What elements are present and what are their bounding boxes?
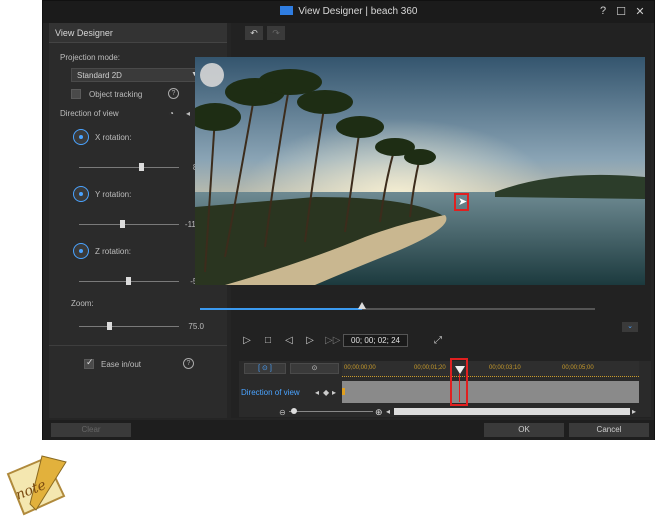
z-rotation-icon: [73, 243, 89, 259]
object-tracking-help-icon[interactable]: ?: [168, 88, 179, 99]
tick-label: 00;00;05;00: [562, 365, 594, 371]
keyframe-timer-icon[interactable]: ◔: [169, 109, 174, 118]
projection-mode-select[interactable]: Standard 2D ▼: [71, 68, 204, 82]
title-bar: View Designer | beach 360 ? ☐ ✕: [43, 1, 654, 23]
timeline-ruler[interactable]: 00;00;00;00 00;00;01;20 00;00;03;10 00;0…: [342, 361, 639, 377]
prev-keyframe-icon[interactable]: ◂: [186, 109, 190, 118]
track-prev-keyframe-icon[interactable]: ◂: [315, 388, 319, 397]
clear-button[interactable]: Clear: [51, 423, 131, 437]
y-rotation-label: Y rotation:: [95, 190, 132, 199]
scroll-right-icon[interactable]: ▸: [632, 407, 636, 416]
x-rotation-icon: [73, 129, 89, 145]
close-button[interactable]: ✕: [633, 5, 647, 18]
direction-of-view-label: Direction of view: [60, 109, 119, 118]
ease-help-icon[interactable]: ?: [183, 358, 194, 369]
stop-button[interactable]: □: [262, 335, 274, 346]
ease-in-out-label: Ease in/out: [101, 360, 142, 369]
playhead-highlight-box: [450, 358, 468, 406]
tick-label: 00;00;00;00: [344, 365, 376, 371]
x-rotation-thumb[interactable]: [139, 163, 144, 171]
zoom-value: 75.0: [188, 322, 204, 331]
dialog-footer: Clear OK Cancel: [43, 420, 654, 440]
prev-frame-button[interactable]: ◁: [283, 335, 295, 346]
zoom-label: Zoom:: [71, 299, 94, 308]
expand-chevron-icon[interactable]: ⌄: [622, 322, 638, 332]
seek-thumb[interactable]: [357, 302, 366, 309]
y-rotation-icon: [73, 186, 89, 202]
track-label: Direction of view: [241, 388, 300, 397]
fullscreen-icon[interactable]: ⤢: [432, 335, 444, 346]
play-button[interactable]: ▷: [241, 335, 253, 346]
window-title: View Designer | beach 360: [298, 6, 418, 17]
zoom-slider[interactable]: [79, 322, 179, 330]
help-button[interactable]: ?: [596, 5, 610, 17]
zoom-in-icon[interactable]: ⊕: [375, 407, 383, 418]
timeline-zoom-thumb[interactable]: [291, 408, 297, 414]
seek-bar[interactable]: [200, 308, 595, 310]
timeline-scrollbar[interactable]: [394, 408, 630, 415]
object-tracking-label: Object tracking: [89, 90, 143, 99]
tick-label: 00;00;03;10: [489, 365, 521, 371]
start-keyframe-marker[interactable]: [342, 388, 345, 395]
x-rotation-label: X rotation:: [95, 133, 132, 142]
video-preview[interactable]: [195, 57, 645, 285]
z-rotation-slider[interactable]: [79, 277, 179, 285]
projection-mode-label: Projection mode:: [60, 53, 121, 62]
keyframe-timeline: [ ⊙ ] ⊙ 00;00;00;00 00;00;01;20 00;00;03…: [239, 361, 651, 417]
360-globe-icon[interactable]: [200, 63, 224, 87]
x-rotation-slider[interactable]: [79, 163, 179, 171]
mouse-pointer-icon: ➤: [458, 196, 468, 208]
fast-forward-button[interactable]: ▷▷: [325, 335, 340, 346]
seek-progress: [200, 308, 362, 310]
track-add-keyframe-icon[interactable]: ◆: [323, 388, 329, 397]
y-rotation-thumb[interactable]: [120, 220, 125, 228]
ease-in-out-checkbox[interactable]: [84, 357, 94, 369]
divider: [49, 345, 227, 346]
keyframe-track[interactable]: [342, 381, 639, 403]
app-logo-icon: [279, 6, 293, 15]
maximize-button[interactable]: ☐: [614, 5, 628, 18]
y-rotation-slider[interactable]: [79, 220, 179, 228]
tick-label: 00;00;01;20: [414, 365, 446, 371]
timeline-zoom-slider[interactable]: [289, 408, 373, 414]
track-next-keyframe-icon[interactable]: ▸: [332, 388, 336, 397]
z-rotation-thumb[interactable]: [126, 277, 131, 285]
note-icon: note: [6, 455, 67, 516]
cancel-button[interactable]: Cancel: [569, 423, 649, 437]
zoom-out-icon[interactable]: ⊖: [279, 408, 286, 417]
z-rotation-label: Z rotation:: [95, 247, 132, 256]
timeline-settings-button[interactable]: ⊙: [290, 363, 339, 374]
timecode-display[interactable]: 00; 00; 02; 24: [343, 334, 408, 347]
playhead-marker[interactable]: [455, 366, 465, 374]
redo-button[interactable]: ↷: [267, 26, 285, 40]
highlight-box: ➤: [454, 193, 469, 211]
keyframe-view-toggle[interactable]: [ ⊙ ]: [244, 363, 286, 374]
playhead-line: [459, 374, 460, 402]
undo-button[interactable]: ↶: [245, 26, 263, 40]
scroll-left-icon[interactable]: ◂: [386, 407, 390, 416]
ok-button[interactable]: OK: [484, 423, 564, 437]
object-tracking-checkbox[interactable]: [71, 89, 81, 99]
panel-header: View Designer: [49, 23, 227, 43]
next-frame-button[interactable]: ▷: [304, 335, 316, 346]
zoom-thumb[interactable]: [107, 322, 112, 330]
